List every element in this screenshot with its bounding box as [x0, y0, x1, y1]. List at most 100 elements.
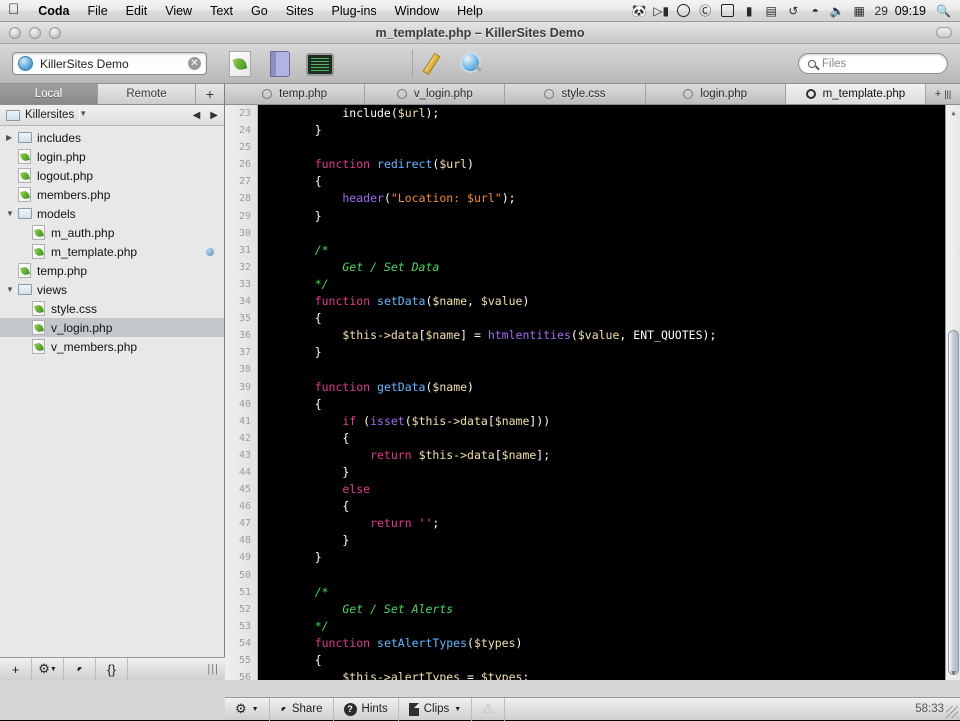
code-line[interactable]: return $this->data[$name];: [259, 447, 944, 464]
add-site-button[interactable]: +: [196, 84, 224, 104]
file-tree-item[interactable]: members.php: [0, 185, 224, 204]
code-line[interactable]: [259, 361, 944, 378]
menu-item-sites[interactable]: Sites: [277, 0, 323, 22]
menu-item-view[interactable]: View: [156, 0, 201, 22]
menu-item-go[interactable]: Go: [242, 0, 277, 22]
chat-bubble-icon[interactable]: ▮: [739, 1, 760, 20]
code-line[interactable]: $this->alertTypes = $types;: [259, 669, 944, 680]
evernote-icon[interactable]: 🐼: [629, 1, 650, 20]
status-gear-button[interactable]: ⚙ ▼: [225, 697, 270, 721]
code-line[interactable]: header("Location: $url");: [259, 190, 944, 207]
editor-tab[interactable]: style.css: [505, 84, 646, 104]
code-braces-icon[interactable]: {}: [96, 657, 128, 681]
close-icon[interactable]: [262, 89, 273, 99]
code-line[interactable]: }: [259, 122, 944, 139]
nav-back-icon[interactable]: ◀: [193, 110, 201, 121]
code-line[interactable]: {: [259, 498, 944, 515]
close-icon[interactable]: [805, 89, 816, 99]
code-line[interactable]: {: [259, 430, 944, 447]
menu-item-window[interactable]: Window: [386, 0, 448, 22]
edit-pencil-icon[interactable]: [423, 50, 453, 78]
disclosure-open-icon[interactable]: ▼: [6, 209, 18, 218]
code-line[interactable]: [259, 225, 944, 242]
scroll-down-arrow[interactable]: ▼: [946, 665, 960, 680]
scroll-up-arrow[interactable]: ▲: [946, 105, 960, 120]
tree-header[interactable]: Killersites ▼ ◀ ▶: [0, 105, 224, 126]
menu-item-plugins[interactable]: Plug-ins: [323, 0, 386, 22]
scrollbar-thumb[interactable]: [948, 330, 959, 675]
file-tree-item[interactable]: v_members.php: [0, 337, 224, 356]
share-button[interactable]: ◓ Share: [270, 697, 334, 721]
code-line[interactable]: if (isset($this->data[$name])): [259, 413, 944, 430]
window-resize-grip[interactable]: [946, 706, 958, 718]
dropbox-icon[interactable]: [673, 1, 694, 20]
nav-forward-icon[interactable]: ▶: [210, 110, 218, 121]
preview-leaf-icon[interactable]: [225, 50, 255, 78]
code-line[interactable]: {: [259, 652, 944, 669]
menu-clock[interactable]: 09:19: [893, 4, 932, 18]
tab-local[interactable]: Local: [0, 84, 98, 104]
code-line[interactable]: */: [259, 276, 944, 293]
code-line[interactable]: Get / Set Data: [259, 259, 944, 276]
code-line[interactable]: [259, 567, 944, 584]
file-tree-item[interactable]: ▶ includes: [0, 128, 224, 147]
preview-globe-icon[interactable]: [457, 50, 487, 78]
grid-icon[interactable]: ▦: [849, 1, 870, 20]
code-line[interactable]: function setData($name, $value): [259, 293, 944, 310]
code-line[interactable]: include($url);: [259, 105, 944, 122]
chevron-down-icon[interactable]: ▼: [79, 109, 87, 121]
code-line[interactable]: function redirect($url): [259, 156, 944, 173]
tab-remote[interactable]: Remote: [98, 84, 196, 104]
code-line[interactable]: {: [259, 173, 944, 190]
code-line[interactable]: }: [259, 549, 944, 566]
code-line[interactable]: }: [259, 208, 944, 225]
close-icon[interactable]: [544, 89, 555, 99]
code-line[interactable]: function getData($name): [259, 379, 944, 396]
editor-tab[interactable]: v_login.php: [365, 84, 506, 104]
code-line[interactable]: function setAlertTypes($types): [259, 635, 944, 652]
file-tree-item[interactable]: login.php: [0, 147, 224, 166]
disclosure-closed-icon[interactable]: ▶: [6, 133, 18, 142]
code-line[interactable]: return '';: [259, 515, 944, 532]
books-icon[interactable]: [265, 50, 295, 78]
code-line[interactable]: /*: [259, 584, 944, 601]
publish-icon[interactable]: ◓: [64, 657, 96, 681]
code-line[interactable]: }: [259, 344, 944, 361]
file-tree-item[interactable]: temp.php: [0, 261, 224, 280]
calendar-icon[interactable]: 29: [871, 1, 892, 20]
new-tab-button[interactable]: + |||: [926, 84, 960, 104]
add-icon[interactable]: +: [935, 88, 941, 100]
divvy-icon[interactable]: [717, 1, 738, 20]
textexpander-icon[interactable]: Ⓒ: [695, 1, 716, 20]
toolbar-toggle-button[interactable]: [936, 27, 952, 38]
clips-button[interactable]: Clips ▼: [399, 697, 473, 721]
code-line[interactable]: {: [259, 396, 944, 413]
file-tree-item[interactable]: m_auth.php: [0, 223, 224, 242]
file-tree-item[interactable]: ▼ views: [0, 280, 224, 299]
file-tree-item[interactable]: v_login.php: [0, 318, 224, 337]
code-line[interactable]: /*: [259, 242, 944, 259]
code-line[interactable]: [259, 139, 944, 156]
gear-icon[interactable]: ⚙ ▼: [32, 657, 64, 681]
menu-item-file[interactable]: File: [79, 0, 117, 22]
close-icon[interactable]: [683, 89, 694, 99]
menu-item-help[interactable]: Help: [448, 0, 492, 22]
volume-icon[interactable]: 🔈: [827, 1, 848, 20]
code-line[interactable]: }: [259, 464, 944, 481]
battery-icon[interactable]: ▤: [761, 1, 782, 20]
file-tree-item[interactable]: logout.php: [0, 166, 224, 185]
terminal-icon[interactable]: [305, 50, 335, 78]
add-icon[interactable]: +: [0, 657, 32, 681]
code-line[interactable]: Get / Set Alerts: [259, 601, 944, 618]
apple-menu-icon[interactable]: : [8, 2, 19, 17]
menu-item-edit[interactable]: Edit: [117, 0, 157, 22]
code-line[interactable]: $this->data[$name] = htmlentities($value…: [259, 327, 944, 344]
spotlight-search-icon[interactable]: 🔍: [933, 1, 954, 20]
code-editor[interactable]: 23 24 25 26 27 28 29 30 31 32 33 34 35 36 37 38 39 40 41 42…: [225, 105, 960, 680]
screen-record-icon[interactable]: ▷▮: [651, 1, 672, 20]
file-tree-item[interactable]: style.css: [0, 299, 224, 318]
code-line[interactable]: }: [259, 532, 944, 549]
sidebar-resize-grip[interactable]: |||: [207, 663, 219, 675]
editor-tab[interactable]: m_template.php: [785, 84, 927, 104]
site-name-field[interactable]: KillerSites Demo ✕: [12, 52, 207, 75]
